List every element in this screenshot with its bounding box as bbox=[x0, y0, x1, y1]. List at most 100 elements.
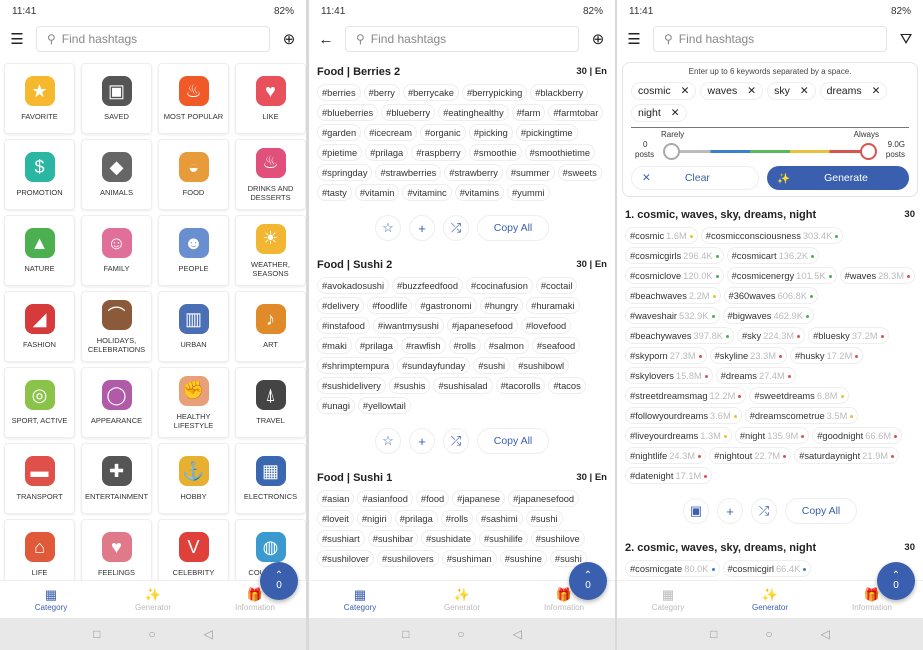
category-travel[interactable]: ⍋ TRAVEL bbox=[235, 367, 306, 438]
hashtag-chip[interactable]: #asian bbox=[317, 490, 355, 507]
hashtag-chip[interactable]: #skylovers 15.8M bbox=[625, 367, 713, 384]
category-feelings[interactable]: ♥ FEELINGS bbox=[81, 519, 152, 580]
slider-track[interactable] bbox=[671, 150, 869, 153]
hashtag-chip[interactable]: #berry bbox=[363, 84, 400, 101]
hashtag-chip[interactable]: #tacorolls bbox=[495, 377, 546, 394]
add-button[interactable]: + bbox=[409, 428, 435, 454]
category-people[interactable]: ☻ PEOPLE bbox=[158, 215, 229, 286]
category-like[interactable]: ♥ LIKE bbox=[235, 63, 306, 134]
copy-all-button[interactable]: Copy All bbox=[785, 498, 857, 524]
copy-all-button[interactable]: Copy All bbox=[477, 215, 549, 241]
nav-generator[interactable]: ✨ Generator bbox=[719, 581, 821, 618]
hashtag-chip[interactable]: #dreamscometrue 3.5M bbox=[744, 407, 859, 424]
hashtag-chip[interactable]: #iwantmysushi bbox=[372, 317, 444, 334]
hashtag-chip[interactable]: #farmtobar bbox=[548, 104, 604, 121]
save-button[interactable]: ▣ bbox=[683, 498, 709, 524]
hashtag-chip[interactable]: #organic bbox=[420, 124, 466, 141]
language-globe-icon[interactable]: ⊕ bbox=[280, 30, 298, 48]
menu-icon[interactable]: ☰ bbox=[8, 30, 26, 48]
hashtag-chip[interactable]: #sushilovers bbox=[377, 550, 439, 567]
hashtag-chip[interactable]: #cosmicconsciousness 303.4K bbox=[700, 227, 844, 244]
add-button[interactable]: + bbox=[409, 215, 435, 241]
hashtag-chip[interactable]: #sushibar bbox=[367, 530, 419, 547]
hashtag-chip[interactable]: #sweets bbox=[557, 164, 602, 181]
hashtag-chip[interactable]: #avokadosushi bbox=[317, 277, 390, 294]
category-life[interactable]: ⌂ LIFE bbox=[4, 519, 75, 580]
hashtag-chip[interactable]: #strawberries bbox=[375, 164, 442, 181]
hashtag-chip[interactable]: #garden bbox=[317, 124, 362, 141]
add-button[interactable]: + bbox=[717, 498, 743, 524]
hashtag-chip[interactable]: #sushi bbox=[473, 357, 511, 374]
hashtag-chip[interactable]: #sashimi bbox=[476, 510, 523, 527]
hashtag-chip[interactable]: #nigiri bbox=[356, 510, 392, 527]
hashtag-chip[interactable]: #saturdaynight 21.9M bbox=[794, 447, 900, 464]
hashtag-chip[interactable]: #yummi bbox=[507, 184, 550, 201]
hashtag-chip[interactable]: #springday bbox=[317, 164, 373, 181]
hashtag-chip[interactable]: #sushiman bbox=[441, 550, 497, 567]
shuffle-button[interactable]: ⤮ bbox=[751, 498, 777, 524]
hashtag-chip[interactable]: #sushilove bbox=[530, 530, 585, 547]
hashtag-chip[interactable]: #sushidate bbox=[421, 530, 477, 547]
nav-category[interactable]: ▦ Category bbox=[617, 581, 719, 618]
hashtag-chip[interactable]: #cocinafusion bbox=[466, 277, 533, 294]
nav-generator[interactable]: ✨ Generator bbox=[411, 581, 513, 618]
slider-min-handle[interactable] bbox=[663, 143, 680, 160]
hashtag-chip[interactable]: #sushine bbox=[499, 550, 547, 567]
remove-keyword-icon[interactable]: ✕ bbox=[747, 85, 756, 97]
hashtag-chip[interactable]: #husky 17.2M bbox=[790, 347, 864, 364]
hashtag-chip[interactable]: #skyline 23.3M bbox=[709, 347, 788, 364]
remove-keyword-icon[interactable]: ✕ bbox=[800, 85, 809, 97]
hashtag-chip[interactable]: #cosmic 1.6M bbox=[625, 227, 698, 244]
hashtag-chip[interactable]: #strawberry bbox=[444, 164, 503, 181]
category-food[interactable]: ◒ FOOD bbox=[158, 139, 229, 210]
selected-count-fab[interactable]: ⌃ 0 bbox=[877, 562, 915, 600]
hashtag-chip[interactable]: #prilaga bbox=[394, 510, 438, 527]
hashtag-chip[interactable]: #instafood bbox=[317, 317, 370, 334]
hashtag-chip[interactable]: #sushibowl bbox=[513, 357, 570, 374]
hashtag-chip[interactable]: #360waves 606.8K bbox=[723, 287, 819, 304]
category-promotion[interactable]: $ PROMOTION bbox=[4, 139, 75, 210]
nav-category[interactable]: ▦ Category bbox=[0, 581, 102, 618]
category-saved[interactable]: ▣ SAVED bbox=[81, 63, 152, 134]
filter-icon[interactable]: ⛛ bbox=[897, 31, 915, 48]
hashtag-chip[interactable]: #prilaga bbox=[354, 337, 398, 354]
hashtag-chip[interactable]: #berries bbox=[317, 84, 361, 101]
keyword-chip[interactable]: cosmic ✕ bbox=[631, 82, 697, 100]
hashtag-chip[interactable]: #sushidelivery bbox=[317, 377, 386, 394]
back-arrow-icon[interactable]: ← bbox=[317, 31, 335, 48]
hashtag-chip[interactable]: #sushilife bbox=[479, 530, 528, 547]
category-most-popular[interactable]: ♨ MOST POPULAR bbox=[158, 63, 229, 134]
recents-button[interactable]: □ bbox=[93, 627, 100, 641]
hashtag-chip[interactable]: #night 135.9M bbox=[734, 427, 810, 444]
selected-count-fab[interactable]: ⌃ 0 bbox=[569, 562, 607, 600]
category-art[interactable]: ♪ ART bbox=[235, 291, 306, 362]
search-input[interactable]: ⚲ Find hashtags bbox=[36, 26, 270, 52]
hashtag-chip[interactable]: #vitamin bbox=[354, 184, 400, 201]
category-sport-active[interactable]: ◎ SPORT, ACTIVE bbox=[4, 367, 75, 438]
hashtag-chip[interactable]: #maki bbox=[317, 337, 352, 354]
hashtag-chip[interactable]: #beachywaves 397.8K bbox=[625, 327, 734, 344]
hashtag-chip[interactable]: #cosmicgirls 296.4K bbox=[625, 247, 724, 264]
home-button[interactable]: ○ bbox=[457, 627, 464, 641]
hashtag-chip[interactable]: #sky 224.3M bbox=[736, 327, 806, 344]
remove-keyword-icon[interactable]: ✕ bbox=[671, 107, 680, 119]
category-nature[interactable]: ▲ NATURE bbox=[4, 215, 75, 286]
selected-count-fab[interactable]: ⌃ 0 bbox=[260, 562, 298, 600]
shuffle-button[interactable]: ⤮ bbox=[443, 428, 469, 454]
hashtag-chip[interactable]: #sushilover bbox=[317, 550, 375, 567]
hashtag-chip[interactable]: #prilaga bbox=[365, 144, 409, 161]
shuffle-button[interactable]: ⤮ bbox=[443, 215, 469, 241]
hashtag-chip[interactable]: #skyporn 27.3M bbox=[625, 347, 707, 364]
category-entertainment[interactable]: ✚ ENTERTAINMENT bbox=[81, 443, 152, 514]
remove-keyword-icon[interactable]: ✕ bbox=[872, 85, 881, 97]
hashtag-chip[interactable]: #waveshair 532.9K bbox=[625, 307, 720, 324]
category-healthy-lifestyle[interactable]: ✊ HEALTHY LIFESTYLE bbox=[158, 367, 229, 438]
hashtag-chip[interactable]: #vitaminc bbox=[402, 184, 452, 201]
hashtag-chip[interactable]: #nightlife 24.3M bbox=[625, 447, 707, 464]
keyword-chip[interactable]: dreams ✕ bbox=[819, 82, 888, 100]
hashtag-chip[interactable]: #delivery bbox=[317, 297, 365, 314]
hashtag-chip[interactable]: #eatinghealthy bbox=[438, 104, 509, 121]
hashtag-chip[interactable]: #sushis bbox=[388, 377, 431, 394]
hashtag-chip[interactable]: #liveyourdreams 1.3M bbox=[625, 427, 732, 444]
hashtag-chip[interactable]: #berrycake bbox=[402, 84, 459, 101]
